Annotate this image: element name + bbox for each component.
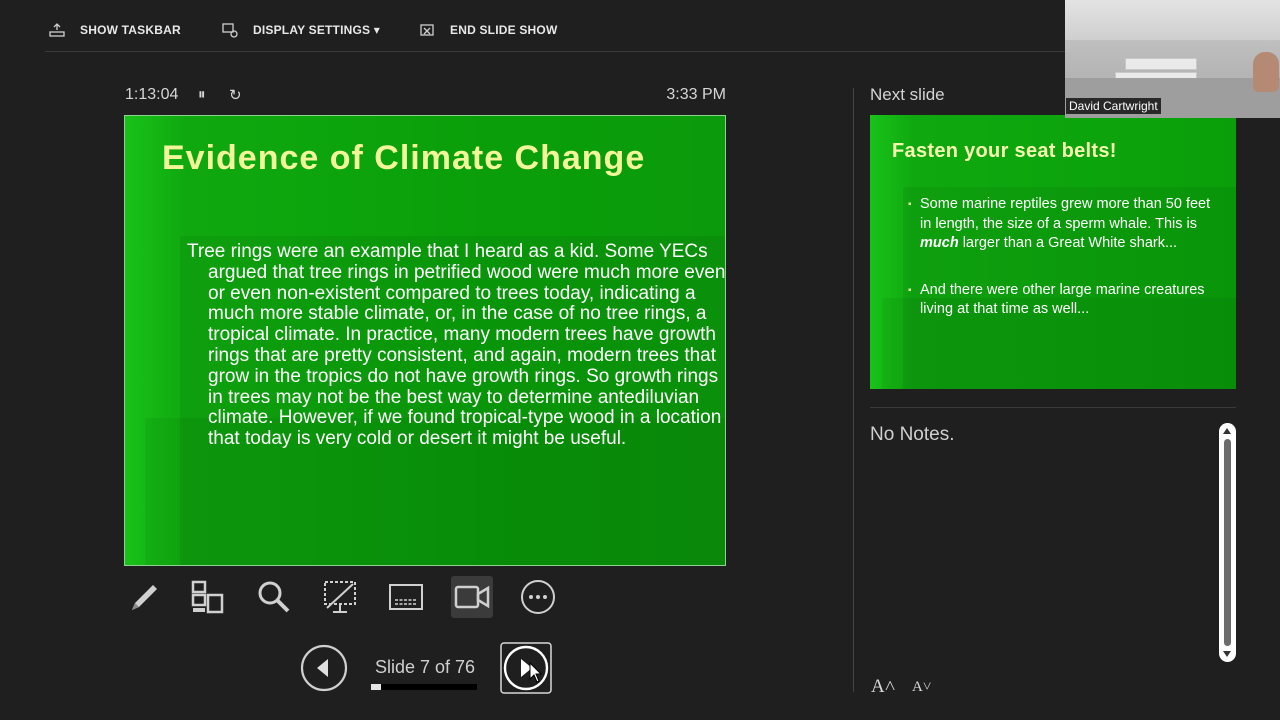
next-slide-preview[interactable]: Fasten your seat belts! Some marine rept… — [870, 115, 1236, 389]
elapsed-timer: 1:13:04 — [125, 86, 179, 103]
black-screen-icon — [324, 581, 356, 613]
next-slide-bullet: And there were other large marine creatu… — [908, 281, 1218, 320]
decrease-font-icon: A˅ — [912, 679, 932, 695]
slide-counter: Slide 7 of 76 — [374, 657, 476, 677]
black-screen-button[interactable] — [319, 576, 361, 618]
webcam-feed: David Cartwright — [1065, 0, 1280, 118]
webcam-ceiling — [1065, 0, 1280, 40]
increase-font-icon: A˄ — [871, 676, 896, 697]
slide-body-text: Tree rings were an example that I heard … — [187, 241, 726, 450]
camera-toggle-button[interactable] — [451, 576, 493, 618]
bullet-text: Some marine reptiles grew more than 50 f… — [920, 196, 1211, 232]
previous-arrow-icon — [317, 659, 328, 677]
next-slide-bullets: Some marine reptiles grew more than 50 f… — [908, 195, 1218, 347]
scrollbar-thumb[interactable] — [1224, 439, 1231, 646]
notes-divider — [870, 407, 1236, 408]
speaker-notes: No Notes. — [870, 424, 955, 445]
display-settings-icon — [222, 23, 238, 38]
see-all-slides-button[interactable] — [187, 576, 229, 618]
pause-timer-button[interactable]: ⏸ — [198, 86, 206, 103]
display-settings-label: DISPLAY SETTINGS ▾ — [253, 23, 380, 37]
display-settings-button[interactable]: DISPLAY SETTINGS ▾ — [221, 18, 380, 42]
more-options-button[interactable] — [517, 576, 559, 618]
end-show-icon — [420, 24, 434, 36]
bullet-emphasis: much — [920, 235, 959, 251]
bullet-text: larger than a Great White shark... — [958, 235, 1178, 251]
current-slide[interactable]: Evidence of Climate Change Tree rings we… — [124, 115, 726, 566]
camera-icon — [454, 585, 490, 609]
notes-scrollbar[interactable] — [1219, 423, 1236, 662]
previous-slide-button[interactable] — [300, 644, 348, 692]
end-slide-show-button[interactable]: END SLIDE SHOW — [418, 18, 557, 42]
pen-icon — [132, 585, 157, 610]
zoom-button[interactable] — [253, 576, 295, 618]
pane-divider[interactable] — [853, 88, 854, 692]
reset-icon: ↻ — [229, 87, 242, 104]
next-slide-title: Fasten your seat belts! — [892, 140, 1117, 162]
more-options-icon — [521, 580, 555, 614]
mouse-cursor-icon — [529, 661, 543, 683]
decrease-font-button[interactable]: A˅ — [912, 679, 931, 696]
slide-progress-bar — [371, 684, 477, 690]
next-slide-bullet: Some marine reptiles grew more than 50 f… — [908, 195, 1218, 254]
show-taskbar-button[interactable]: SHOW TASKBAR — [48, 18, 181, 42]
webcam-person — [1253, 52, 1279, 92]
slides-grid-icon — [191, 580, 224, 614]
increase-font-button[interactable]: A˄ — [871, 676, 895, 698]
webcam-ceiling-light — [1125, 58, 1197, 70]
zoom-icon — [258, 581, 290, 613]
scroll-up-arrow-icon[interactable] — [1223, 428, 1231, 434]
next-slide-button[interactable] — [500, 642, 552, 694]
end-slide-show-label: END SLIDE SHOW — [450, 23, 558, 37]
slide-title: Evidence of Climate Change — [162, 139, 646, 177]
subtitles-button[interactable] — [385, 576, 427, 618]
slide-progress-fill — [371, 684, 381, 690]
pen-tool-button[interactable] — [124, 576, 166, 618]
show-taskbar-label: SHOW TASKBAR — [80, 23, 181, 37]
subtitles-icon — [389, 584, 423, 610]
reset-timer-button[interactable]: ↻ — [229, 86, 242, 104]
scroll-down-arrow-icon[interactable] — [1223, 651, 1231, 657]
taskbar-icon — [49, 23, 65, 37]
next-slide-label: Next slide — [870, 85, 945, 104]
webcam-name-label: David Cartwright — [1066, 98, 1161, 114]
bullet-text: And there were other large marine creatu… — [920, 281, 1205, 318]
current-time: 3:33 PM — [666, 86, 726, 103]
pause-icon: ⏸ — [198, 86, 206, 103]
